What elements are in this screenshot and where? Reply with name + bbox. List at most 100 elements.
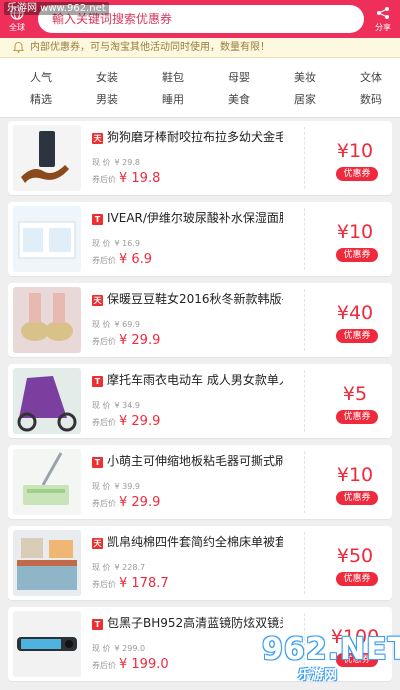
current-price-row: 现 价 ¥ 16.9: [92, 238, 140, 250]
category-grid: 人气 女装 鞋包 母婴 美妆 文体 精选 男装 睡用 美食 居家 数码: [0, 58, 400, 118]
category-item[interactable]: 居家: [272, 89, 338, 111]
after-coupon-label: 券后价: [92, 418, 116, 427]
after-coupon-row: 券后价 ¥ 178.7: [92, 576, 169, 593]
coupon-button[interactable]: 优惠券: [336, 491, 378, 505]
after-coupon-price: ¥ 29.9: [119, 495, 161, 510]
taobao-badge: T: [92, 619, 103, 630]
current-price-label: 现 价: [92, 158, 111, 167]
product-title: 凯帛纯棉四件套简约全棉床单被套: [107, 535, 283, 549]
product-image: [13, 530, 81, 596]
after-coupon-row: 券后价 ¥ 19.8: [92, 171, 160, 188]
site-watermark: 乐游网 www.962.net: [4, 2, 109, 15]
category-item[interactable]: 美食: [206, 89, 272, 111]
watermark-name: 乐游网: [298, 668, 338, 683]
coupon-button[interactable]: 优惠券: [336, 167, 378, 181]
taobao-badge: T: [92, 214, 103, 225]
after-coupon-label: 券后价: [92, 175, 116, 184]
after-coupon-price: ¥ 6.9: [119, 252, 153, 267]
current-price: ¥ 29.8: [114, 158, 140, 167]
category-item[interactable]: 睡用: [140, 89, 206, 111]
current-price-label: 现 价: [92, 563, 111, 572]
category-item[interactable]: 精选: [8, 89, 74, 111]
after-coupon-row: 券后价 ¥ 29.9: [92, 414, 160, 431]
notice-bar: 内部优惠券，可与淘宝其他活动同时使用，数量有限！: [0, 38, 400, 58]
coupon-amount: ¥10: [336, 221, 374, 243]
after-coupon-label: 券后价: [92, 661, 116, 670]
current-price-label: 现 价: [92, 482, 111, 491]
category-item[interactable]: 鞋包: [140, 67, 206, 89]
category-item[interactable]: 文体: [338, 67, 400, 89]
taobao-badge: T: [92, 376, 103, 387]
taobao-badge: T: [92, 457, 103, 468]
product-card[interactable]: T 小萌主可伸缩地板粘毛器可撕式刷 现 价 ¥ 39.9 券后价 ¥ 29.9 ¥1…: [8, 445, 392, 519]
product-card[interactable]: T 摩托车雨衣电动车 成人男女款单人 现 价 ¥ 34.9 券后价 ¥ 29.9 ¥…: [8, 364, 392, 438]
category-item[interactable]: 女装: [74, 67, 140, 89]
after-coupon-row: 券后价 ¥ 29.9: [92, 495, 160, 512]
after-coupon-price: ¥ 199.0: [119, 657, 169, 672]
after-coupon-row: 券后价 ¥ 199.0: [92, 657, 169, 674]
category-item[interactable]: 美妆: [272, 67, 338, 89]
current-price: ¥ 39.9: [114, 482, 140, 491]
product-card[interactable]: 天 保暖豆豆鞋女2016秋冬新款韩版平 现 价 ¥ 69.9 券后价 ¥ 29.9 …: [8, 283, 392, 357]
category-item[interactable]: 男装: [74, 89, 140, 111]
product-image: [13, 368, 81, 434]
notice-text: 内部优惠券，可与淘宝其他活动同时使用，数量有限！: [30, 42, 270, 53]
current-price: ¥ 299.0: [114, 644, 146, 653]
current-price-row: 现 价 ¥ 228.7: [92, 562, 145, 574]
after-coupon-price: ¥ 29.9: [119, 333, 161, 348]
share-icon: [377, 7, 389, 19]
current-price: ¥ 34.9: [114, 401, 140, 410]
divider: [304, 208, 305, 270]
product-title: 小萌主可伸缩地板粘毛器可撕式刷: [107, 454, 283, 468]
current-price-row: 现 价 ¥ 299.0: [92, 643, 145, 655]
product-image: [13, 287, 81, 353]
product-image: [13, 611, 81, 677]
current-price-row: 现 价 ¥ 29.8: [92, 157, 140, 169]
after-coupon-label: 券后价: [92, 580, 116, 589]
divider: [304, 127, 305, 189]
divider: [304, 289, 305, 351]
coupon-amount: ¥10: [336, 140, 374, 162]
after-coupon-label: 券后价: [92, 256, 116, 265]
after-coupon-price: ¥ 29.9: [119, 414, 161, 429]
site-logo-watermark: 962.NET 乐游网: [262, 634, 400, 686]
coupon-amount: ¥5: [342, 383, 368, 405]
product-card[interactable]: 天 凯帛纯棉四件套简约全棉床单被套 现 价 ¥ 228.7 券后价 ¥ 178.7 …: [8, 526, 392, 600]
share-label: 分享: [375, 23, 391, 32]
coupon-amount: ¥40: [336, 302, 374, 324]
current-price-row: 现 价 ¥ 69.9: [92, 319, 140, 331]
product-title: 包黑子BH952高清蓝镜防炫双镜头: [107, 616, 283, 630]
coupon-button[interactable]: 优惠券: [336, 572, 378, 586]
coupon-button[interactable]: 优惠券: [336, 410, 378, 424]
after-coupon-price: ¥ 178.7: [119, 576, 169, 591]
current-price-row: 现 价 ¥ 39.9: [92, 481, 140, 493]
divider: [304, 451, 305, 513]
after-coupon-label: 券后价: [92, 337, 116, 346]
share-button[interactable]: 分享: [366, 0, 400, 38]
product-image: [13, 449, 81, 515]
product-title: 狗狗磨牙棒耐咬拉布拉多幼犬金毛: [107, 130, 283, 144]
current-price-label: 现 价: [92, 320, 111, 329]
current-price: ¥ 69.9: [114, 320, 140, 329]
category-item[interactable]: 数码: [338, 89, 400, 111]
product-title: IVEAR/伊维尔玻尿酸补水保湿面膜: [107, 211, 283, 225]
product-image: [13, 206, 81, 272]
current-price: ¥ 16.9: [114, 239, 140, 248]
product-card[interactable]: 天 狗狗磨牙棒耐咬拉布拉多幼犬金毛 现 价 ¥ 29.8 券后价 ¥ 19.8 ¥1…: [8, 121, 392, 195]
product-title: 摩托车雨衣电动车 成人男女款单人: [107, 373, 283, 387]
product-card[interactable]: T IVEAR/伊维尔玻尿酸补水保湿面膜 现 价 ¥ 16.9 券后价 ¥ 6.9 …: [8, 202, 392, 276]
divider: [304, 370, 305, 432]
after-coupon-price: ¥ 19.8: [119, 171, 161, 186]
product-title: 保暖豆豆鞋女2016秋冬新款韩版平: [107, 292, 283, 306]
product-image: [13, 125, 81, 191]
after-coupon-row: 券后价 ¥ 6.9: [92, 252, 152, 269]
tmall-badge: 天: [92, 295, 103, 306]
category-item[interactable]: 母婴: [206, 67, 272, 89]
after-coupon-label: 券后价: [92, 499, 116, 508]
tmall-badge: 天: [92, 538, 103, 549]
coupon-button[interactable]: 优惠券: [336, 248, 378, 262]
coupon-button[interactable]: 优惠券: [336, 329, 378, 343]
after-coupon-row: 券后价 ¥ 29.9: [92, 333, 160, 350]
category-item[interactable]: 人气: [8, 67, 74, 89]
divider: [304, 532, 305, 594]
